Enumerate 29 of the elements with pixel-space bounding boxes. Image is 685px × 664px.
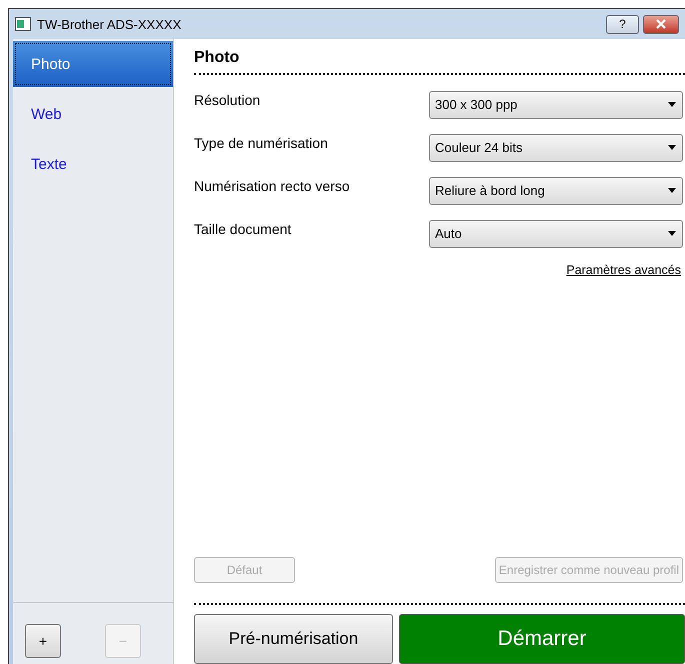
- start-button[interactable]: Démarrer: [399, 614, 685, 664]
- dropdown-arrow-icon: [668, 231, 676, 236]
- setting-label: Numérisation recto verso: [194, 178, 350, 194]
- profile-item[interactable]: Photo: [13, 41, 173, 87]
- dropdown-arrow-icon: [668, 188, 676, 193]
- setting-label: Taille document: [194, 220, 292, 236]
- dropdown[interactable]: Reliure à bord long: [429, 176, 683, 204]
- dropdown-arrow-icon: [668, 102, 676, 107]
- close-icon: [656, 19, 666, 29]
- dropdown[interactable]: Couleur 24 bits: [429, 134, 683, 162]
- dropdown[interactable]: Auto: [429, 220, 683, 248]
- window-title: TW-Brother ADS-XXXXX: [37, 16, 182, 32]
- dropdown-value: Reliure à bord long: [435, 183, 545, 198]
- profile-item[interactable]: Web: [13, 91, 173, 137]
- dropdown-value: Couleur 24 bits: [435, 140, 522, 155]
- dropdown[interactable]: 300 x 300 ppp: [429, 90, 683, 118]
- window-icon: [15, 17, 31, 31]
- profile-item[interactable]: Texte: [13, 141, 173, 187]
- help-button[interactable]: ?: [606, 14, 639, 34]
- panel-title: Photo: [194, 49, 240, 67]
- setting-label: Type de numérisation: [194, 134, 328, 150]
- dropdown-arrow-icon: [668, 145, 676, 150]
- setting-label: Résolution: [194, 92, 260, 108]
- dropdown-value: Auto: [435, 226, 462, 241]
- dropdown-value: 300 x 300 ppp: [435, 97, 518, 112]
- close-button[interactable]: [643, 14, 679, 34]
- advanced-settings-link[interactable]: Paramètres avancés: [566, 263, 681, 277]
- add-button[interactable]: +: [25, 624, 61, 658]
- prescan-button[interactable]: Pré-numérisation: [194, 614, 393, 664]
